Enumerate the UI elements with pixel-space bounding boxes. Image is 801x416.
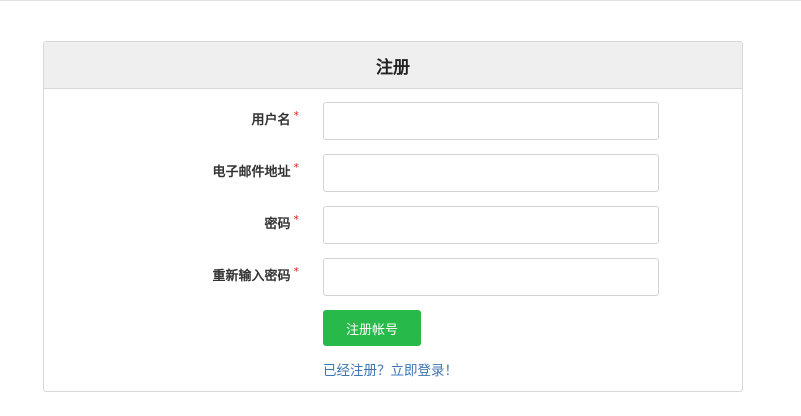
login-link[interactable]: 已经注册？立即登录！	[323, 359, 458, 379]
register-panel: 注册 用户名 * 电子邮件地址 * 密码 * 重新输入密码 * 注册帐号 已经注册？立即…	[43, 41, 743, 392]
required-mark: *	[293, 265, 300, 278]
confirm-password-label-text: 重新输入密码	[212, 269, 291, 284]
username-input[interactable]	[323, 102, 659, 140]
email-input[interactable]	[323, 154, 659, 192]
email-row: 电子邮件地址 *	[44, 154, 742, 192]
username-label: 用户名 *	[251, 102, 299, 140]
panel-title: 注册	[44, 42, 742, 89]
top-divider	[0, 0, 801, 1]
confirm-password-input[interactable]	[323, 258, 659, 296]
password-input[interactable]	[323, 206, 659, 244]
required-mark: *	[293, 109, 300, 122]
email-label-text: 电子邮件地址	[212, 165, 291, 180]
password-label: 密码 *	[264, 206, 299, 244]
register-button[interactable]: 注册帐号	[323, 310, 421, 346]
required-mark: *	[293, 213, 300, 226]
password-label-text: 密码	[264, 217, 291, 232]
confirm-password-row: 重新输入密码 *	[44, 258, 742, 296]
username-label-text: 用户名	[251, 113, 291, 128]
confirm-password-label: 重新输入密码 *	[212, 258, 299, 296]
email-label: 电子邮件地址 *	[212, 154, 299, 192]
password-row: 密码 *	[44, 206, 742, 244]
required-mark: *	[293, 161, 300, 174]
username-row: 用户名 *	[44, 102, 742, 140]
